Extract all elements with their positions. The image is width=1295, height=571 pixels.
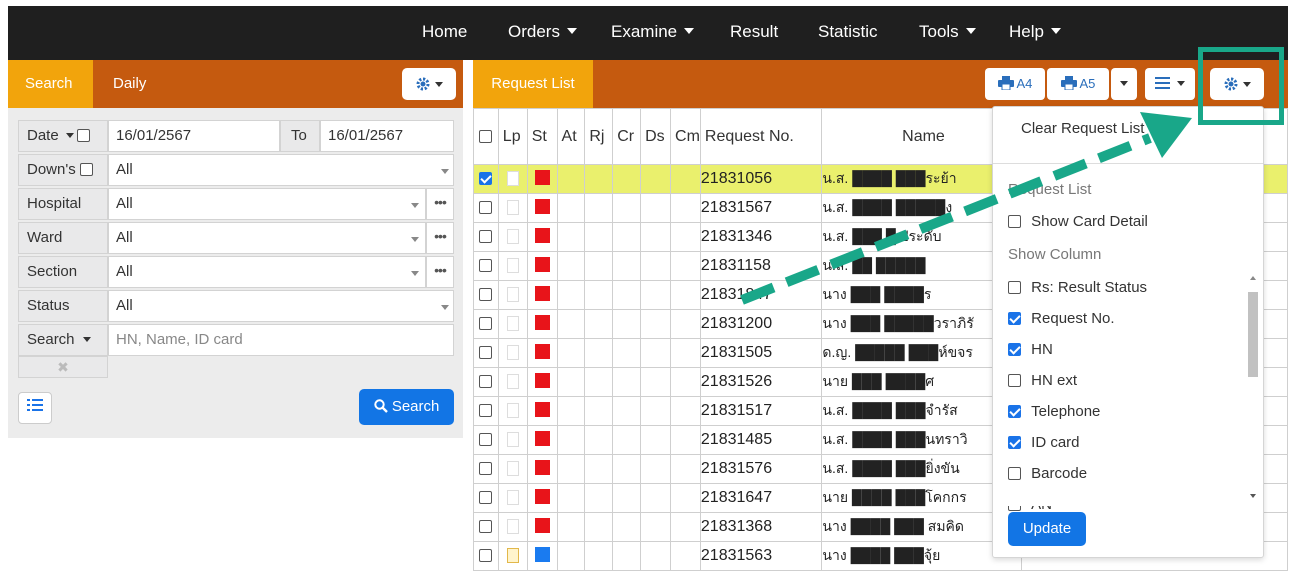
annotation-arrow: [740, 112, 1192, 305]
